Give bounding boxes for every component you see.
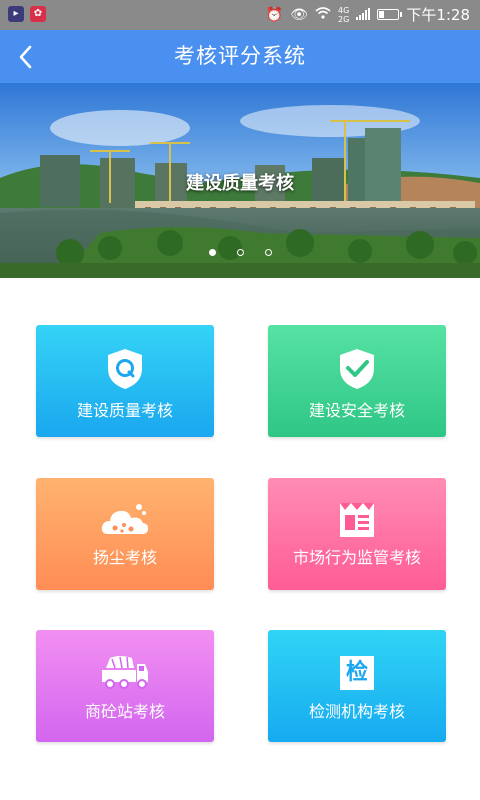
tile-label: 扬尘考核 — [92, 548, 157, 567]
wifi-icon — [315, 6, 331, 23]
network-4g: 4G — [338, 5, 350, 15]
eye-icon: 👁 — [290, 6, 309, 23]
tile-construction-quality[interactable]: 建设质量考核 — [36, 325, 214, 437]
battery-level — [379, 11, 385, 18]
battery-icon — [377, 9, 403, 20]
banner-carousel[interactable]: 建设质量考核 — [0, 83, 480, 278]
tile-label: 检测机构考核 — [308, 702, 405, 721]
huawei-icon: ✿ — [30, 6, 46, 22]
tile-construction-safety[interactable]: 建设安全考核 — [268, 325, 446, 437]
network-2g: 2G — [338, 14, 350, 24]
inspection-badge-icon: 检 — [268, 652, 446, 696]
status-time: 下午1:28 — [406, 6, 470, 24]
status-bar: ▸ ✿ ⏰ 👁 4G 2G 下午1:28 — [0, 0, 480, 30]
status-app-icons: ▸ ✿ — [8, 6, 46, 22]
tile-market-supervision[interactable]: 市场行为监管考核 — [268, 478, 446, 590]
dust-cloud-icon — [36, 500, 214, 544]
shield-q-icon — [36, 347, 214, 391]
tile-concrete-station[interactable]: 商砼站考核 — [36, 630, 214, 742]
app-a-icon: ▸ — [8, 6, 24, 22]
network-type: 4G 2G — [338, 6, 349, 24]
concrete-truck-icon — [36, 652, 214, 696]
tile-label: 商砼站考核 — [84, 702, 165, 721]
carousel-indicators — [0, 249, 480, 256]
tile-dust[interactable]: 扬尘考核 — [36, 478, 214, 590]
shield-check-icon — [268, 347, 446, 391]
tile-label: 市场行为监管考核 — [292, 548, 421, 567]
carousel-dot[interactable] — [208, 249, 216, 256]
carousel-dot[interactable] — [236, 249, 244, 256]
page-title: 考核评分系统 — [174, 44, 306, 68]
inspection-badge-char: 检 — [340, 656, 374, 690]
status-right: ⏰ 👁 4G 2G 下午1:28 — [266, 4, 470, 25]
carousel-dot[interactable] — [264, 249, 272, 256]
market-store-icon — [268, 500, 446, 544]
nav-bar: 考核评分系统 — [0, 30, 480, 83]
signal-icon — [356, 6, 371, 24]
alarm-icon: ⏰ — [265, 6, 284, 23]
tile-label: 建设安全考核 — [308, 401, 405, 420]
tile-label: 建设质量考核 — [76, 401, 173, 420]
banner-caption: 建设质量考核 — [186, 173, 294, 194]
tile-inspection-agency[interactable]: 检 检测机构考核 — [268, 630, 446, 742]
